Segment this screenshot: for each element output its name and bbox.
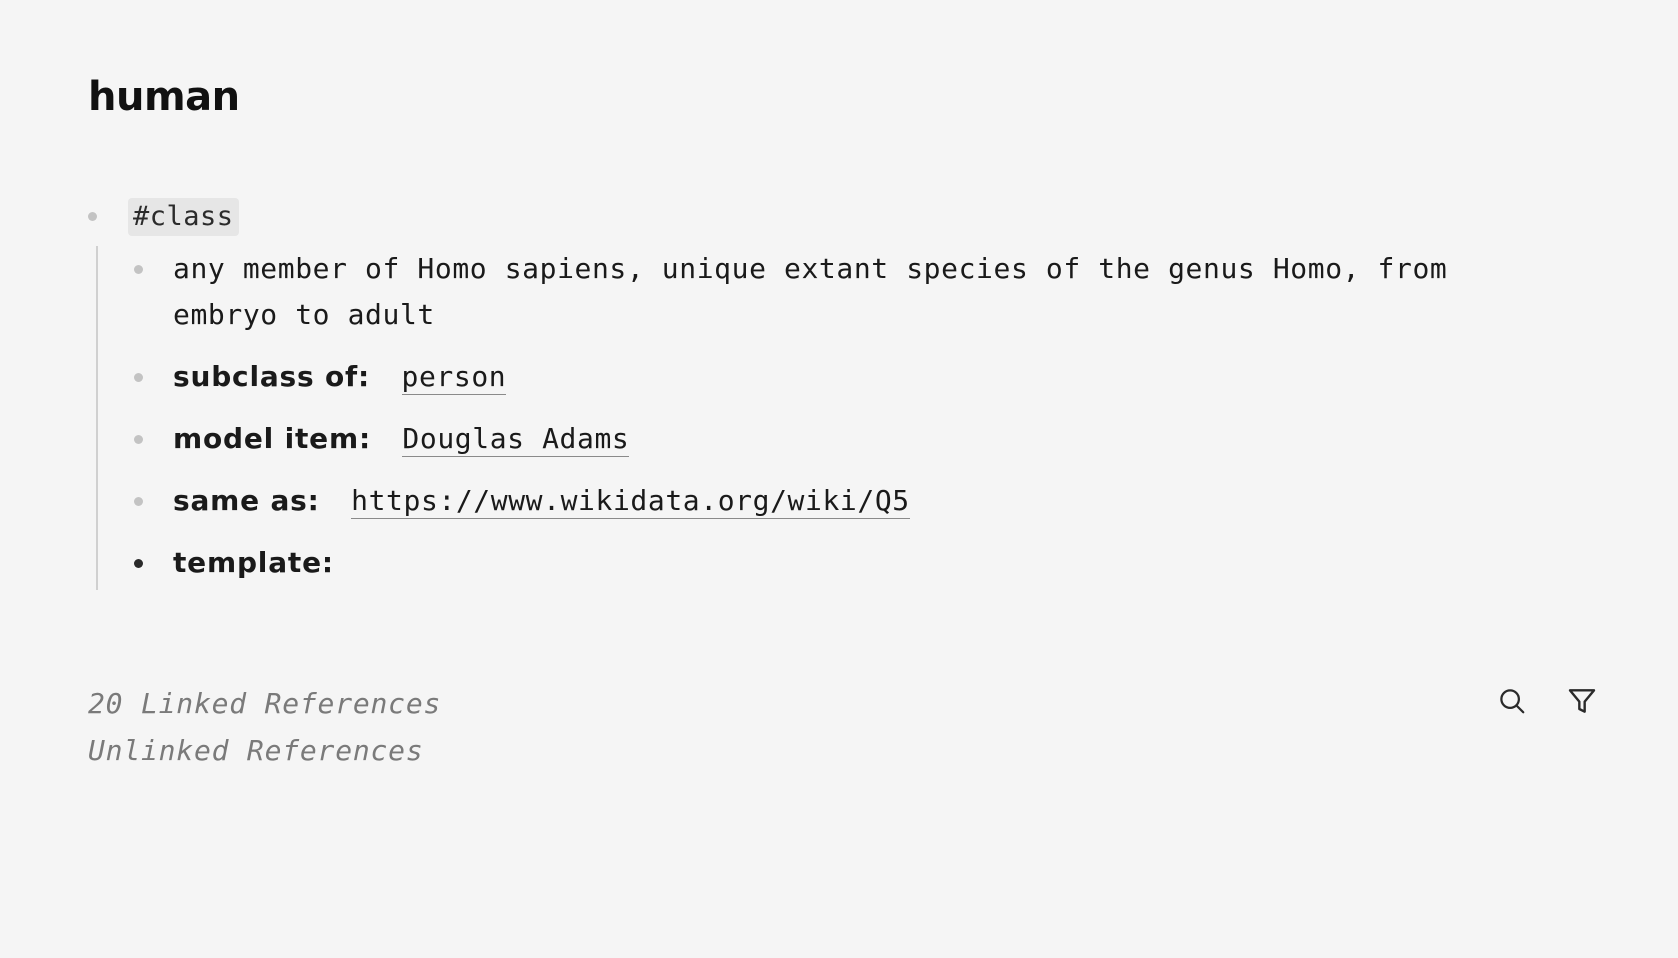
- root-block-row[interactable]: #class: [88, 198, 1608, 236]
- template-bullet[interactable]: [134, 559, 143, 568]
- same-as-bullet[interactable]: [134, 497, 143, 506]
- same-as-key: same as:: [173, 484, 320, 517]
- references-section: 20 Linked References Unlinked References: [88, 680, 441, 774]
- search-icon: [1500, 689, 1525, 714]
- subclass-of-bullet[interactable]: [134, 373, 143, 382]
- template-block[interactable]: template:: [134, 540, 1608, 586]
- filter-icon: [1568, 689, 1596, 713]
- model-item-key: model item:: [173, 422, 371, 455]
- filter-button[interactable]: [1566, 684, 1598, 718]
- same-as-block[interactable]: same as: https://www.wikidata.org/wiki/Q…: [134, 478, 1608, 524]
- subclass-of-key: subclass of:: [173, 360, 371, 393]
- description-block[interactable]: any member of Homo sapiens, unique extan…: [134, 246, 1608, 338]
- unlinked-references-toggle[interactable]: Unlinked References: [88, 727, 441, 774]
- linked-references-toggle[interactable]: 20 Linked References: [88, 680, 441, 727]
- description-text: any member of Homo sapiens, unique extan…: [173, 252, 1448, 331]
- references-toolbar: [1496, 684, 1598, 718]
- description-bullet[interactable]: [134, 265, 143, 274]
- root-block: #class any member of Homo sapiens, uniqu…: [88, 198, 1608, 590]
- root-bullet[interactable]: [88, 212, 97, 221]
- class-tag[interactable]: #class: [128, 198, 239, 236]
- wikidata-link[interactable]: https://www.wikidata.org/wiki/Q5: [351, 484, 910, 519]
- child-blocks: any member of Homo sapiens, unique extan…: [96, 246, 1608, 590]
- model-item-bullet[interactable]: [134, 435, 143, 444]
- page: human #class any member of Homo sapiens,…: [0, 0, 1678, 958]
- model-item-block[interactable]: model item: Douglas Adams: [134, 416, 1608, 462]
- douglas-adams-link[interactable]: Douglas Adams: [402, 422, 630, 457]
- person-link[interactable]: person: [401, 360, 507, 395]
- subclass-of-block[interactable]: subclass of: person: [134, 354, 1608, 400]
- search-button[interactable]: [1496, 684, 1528, 718]
- template-key: template:: [173, 546, 334, 579]
- page-title[interactable]: human: [88, 74, 240, 120]
